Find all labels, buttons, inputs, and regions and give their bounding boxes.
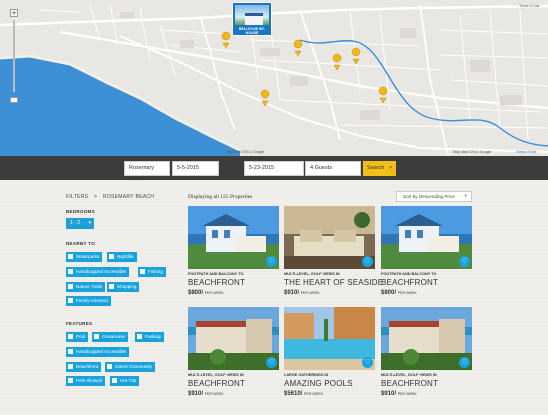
property-title[interactable]: AMAZING POOLS bbox=[284, 379, 353, 388]
breadcrumb-current: ROSEMARY BEACH bbox=[102, 194, 155, 200]
nearby-tag-waterparks[interactable]: Waterparks bbox=[66, 252, 103, 262]
favorite-heart-icon[interactable]: ♡ bbox=[459, 357, 470, 368]
property-title[interactable]: THE HEART OF SEASIDE bbox=[284, 278, 383, 287]
zoom-in-button[interactable]: + bbox=[10, 9, 18, 17]
price-value: $910/ bbox=[188, 391, 204, 397]
chevron-down-icon: ▾ bbox=[464, 193, 467, 199]
results-count: Displaying all 125 Properties bbox=[188, 194, 253, 200]
property-title[interactable]: BEACHFRONT bbox=[381, 379, 438, 388]
nearby-tag-nightlife[interactable]: Nightlife bbox=[107, 252, 137, 262]
nearby-tag-family[interactable]: Family-oriented bbox=[66, 296, 111, 306]
property-subtitle: MULTI-LEVEL, GOLF VIEWS IN bbox=[188, 373, 244, 377]
property-subtitle: LARGE GATHERINGS IN bbox=[284, 373, 329, 377]
property-card[interactable]: ♡ MULTI-LEVEL, GOLF VIEWS IN BEACHFRONT … bbox=[381, 307, 472, 397]
breadcrumb-separator: > bbox=[94, 194, 98, 200]
feature-tag-pool[interactable]: Pool bbox=[66, 332, 89, 342]
property-photo[interactable]: ♡ bbox=[381, 307, 472, 370]
property-photo[interactable]: ♡ bbox=[188, 307, 279, 370]
arrow-right-icon: > bbox=[388, 165, 393, 171]
property-price: $5610/ PER WEEK bbox=[284, 391, 323, 397]
bedrooms-label: BEDROOMS bbox=[66, 209, 95, 214]
search-bar: Rosemary Beach 5-5-2015 5-23-2015 4 Gues… bbox=[0, 156, 548, 184]
map-credit-right: Map data ©2014 Google bbox=[453, 150, 492, 154]
price-unit: PER WEEK bbox=[300, 291, 320, 295]
property-subtitle: MULTI-LEVEL, GOLF VIEWS IN bbox=[284, 272, 340, 276]
popup-title: BELLEVUE BY-HOUSE bbox=[238, 27, 266, 35]
map[interactable]: + BELLEVUE BY-HOUSE Map data ©2014 Googl… bbox=[0, 0, 548, 160]
feature-tag-parking[interactable]: Parking bbox=[135, 332, 164, 342]
nearby-tag-fishing[interactable]: Fishing bbox=[138, 267, 166, 277]
property-title[interactable]: BEACHFRONT bbox=[188, 379, 245, 388]
property-title[interactable]: BEACHFRONT bbox=[381, 278, 438, 287]
favorite-heart-icon[interactable]: ♡ bbox=[362, 256, 373, 267]
bedrooms-select[interactable]: 1 - 2 ▾ bbox=[66, 218, 94, 229]
nearby-tag-shopping[interactable]: Shopping bbox=[107, 282, 140, 292]
price-unit: PER WEEK bbox=[397, 291, 417, 295]
map-canvas bbox=[0, 4, 548, 160]
feature-tag-pets[interactable]: Pets Allowed bbox=[66, 376, 106, 386]
price-value: $800/ bbox=[381, 290, 397, 296]
property-subtitle: FOOTPATH AND BALCONY TO bbox=[188, 272, 244, 276]
price-unit: PER WEEK bbox=[304, 392, 324, 396]
favorite-heart-icon[interactable]: ♡ bbox=[266, 357, 277, 368]
chevron-down-icon: ▾ bbox=[88, 220, 91, 226]
price-value: $910/ bbox=[284, 290, 300, 296]
map-terms-link[interactable]: Terms of Use bbox=[516, 150, 537, 154]
favorite-heart-icon[interactable]: ♡ bbox=[459, 256, 470, 267]
map-credit: Map data ©2014 Google bbox=[226, 150, 265, 154]
property-price: $910/ PER WEEK bbox=[188, 391, 224, 397]
property-subtitle: MULTI-LEVEL, GOLF VIEWS IN bbox=[381, 373, 437, 377]
property-photo[interactable]: ♡ bbox=[188, 206, 279, 269]
property-card[interactable]: ♡ MULTI-LEVEL, GOLF VIEWS IN BEACHFRONT … bbox=[188, 307, 279, 397]
breadcrumb-root[interactable]: FILTERS bbox=[66, 194, 88, 200]
nearby-label: NEARBY TO bbox=[66, 241, 96, 246]
feature-tag-beachfront[interactable]: Beachfront bbox=[66, 362, 102, 372]
property-price: $910/ PER WEEK bbox=[381, 391, 417, 397]
nearby-tag-nature-trails[interactable]: Nature Trails bbox=[66, 282, 106, 292]
property-price: $800/ PER WEEK bbox=[188, 290, 224, 296]
property-price: $910/ PER WEEK bbox=[284, 290, 320, 296]
property-card[interactable]: ♡ FOOTPATH AND BALCONY TO BEACHFRONT $80… bbox=[381, 206, 472, 296]
breadcrumb: FILTERS > ROSEMARY BEACH bbox=[66, 194, 154, 200]
zoom-slider-track[interactable] bbox=[13, 20, 15, 92]
sort-label: Sort by Descending Price bbox=[403, 194, 455, 199]
favorite-heart-icon[interactable]: ♡ bbox=[362, 357, 373, 368]
checkin-input[interactable]: 5-5-2015 bbox=[172, 161, 219, 176]
property-card[interactable]: ♡ LARGE GATHERINGS IN AMAZING POOLS $561… bbox=[284, 307, 375, 397]
nearby-tag-handicapped[interactable]: Handicapped Accessible bbox=[66, 267, 130, 277]
property-card[interactable]: ♡ FOOTPATH AND BALCONY TO BEACHFRONT $80… bbox=[188, 206, 279, 296]
zoom-slider-handle[interactable] bbox=[10, 97, 18, 103]
location-input[interactable]: Rosemary Beach bbox=[124, 161, 170, 184]
property-photo[interactable]: ♡ bbox=[284, 206, 375, 269]
map-terms-top[interactable]: Terms of Use bbox=[519, 4, 540, 8]
price-value: $910/ bbox=[381, 391, 397, 397]
property-title[interactable]: BEACHFRONT bbox=[188, 278, 245, 287]
guests-select[interactable]: 4 Guests bbox=[305, 161, 361, 176]
sort-select[interactable]: Sort by Descending Price ▾ bbox=[396, 191, 472, 202]
price-value: $5610/ bbox=[284, 391, 303, 397]
checkout-input[interactable]: 5-23-2015 bbox=[244, 161, 304, 176]
bedrooms-value: 1 - 2 bbox=[70, 220, 81, 226]
feature-tag-gated[interactable]: Gated Community bbox=[105, 362, 156, 372]
price-unit: PER WEEK bbox=[397, 392, 417, 396]
popup-photo bbox=[235, 5, 269, 25]
feature-tag-oceanview[interactable]: Oceanview bbox=[92, 332, 128, 342]
feature-tag-handicapped[interactable]: Handicapped Accessible bbox=[66, 347, 130, 357]
price-value: $800/ bbox=[188, 290, 204, 296]
price-unit: PER WEEK bbox=[204, 291, 224, 295]
favorite-heart-icon[interactable]: ♡ bbox=[266, 256, 277, 267]
feature-tag-hot-tub[interactable]: Hot Tub bbox=[110, 376, 140, 386]
features-label: FEATURES bbox=[66, 321, 93, 326]
property-price: $800/ PER WEEK bbox=[381, 290, 417, 296]
property-photo[interactable]: ♡ bbox=[284, 307, 375, 370]
map-property-popup[interactable]: BELLEVUE BY-HOUSE bbox=[232, 2, 272, 36]
property-card[interactable]: ♡ MULTI-LEVEL, GOLF VIEWS IN THE HEART O… bbox=[284, 206, 383, 296]
price-unit: PER WEEK bbox=[204, 392, 224, 396]
search-button-label: Search bbox=[366, 165, 385, 171]
property-subtitle: FOOTPATH AND BALCONY TO bbox=[381, 272, 437, 276]
search-button[interactable]: Search > bbox=[363, 161, 396, 176]
property-photo[interactable]: ♡ bbox=[381, 206, 472, 269]
